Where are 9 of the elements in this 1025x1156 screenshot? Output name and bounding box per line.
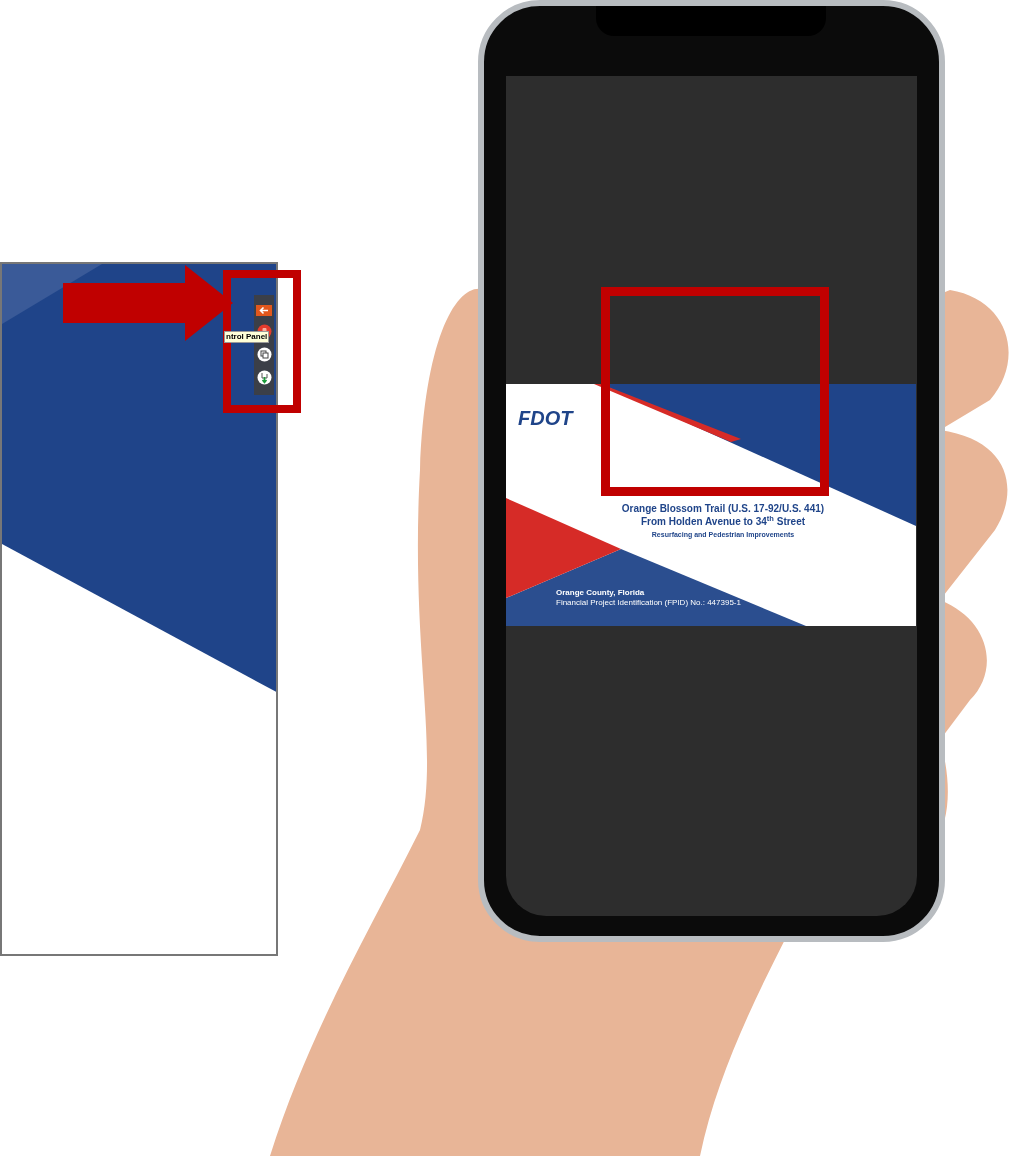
- hand-download-icon[interactable]: [256, 370, 272, 385]
- slide-county: Orange County, Florida: [556, 588, 646, 598]
- slide-subtitle: From Holden Avenue to 34$^{th}$ Street: [640, 515, 806, 529]
- slide-fpid: Financial Project Identification (FPID) No.: 447395-1: [556, 598, 741, 608]
- tooltip: ntrol Panel: [224, 331, 270, 343]
- slide-title: Orange Blossom Trail (U.S. 17-92/U.S. 441): [621, 502, 825, 515]
- copy-icon[interactable]: [256, 347, 272, 362]
- fdot-logo: FDOT: [518, 408, 573, 428]
- arrow-left-icon[interactable]: [256, 305, 272, 316]
